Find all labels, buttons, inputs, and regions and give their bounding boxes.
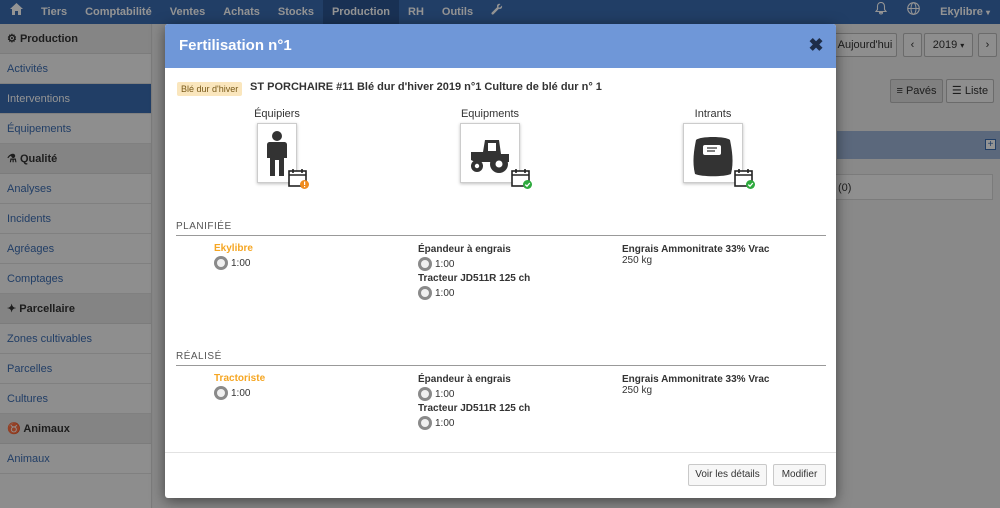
clock-icon	[214, 386, 228, 400]
duration-value: 1:00	[435, 417, 455, 429]
calendar-check-icon	[511, 169, 532, 189]
calendar-warning-icon	[288, 169, 309, 189]
planned-inputs: Engrais Ammonitrate 33% Vrac 250 kg	[622, 243, 769, 266]
tractor-icon	[460, 123, 532, 189]
input-quantity: 250 kg	[622, 255, 653, 266]
category-label: Intrants	[694, 108, 732, 120]
view-details-button[interactable]: Voir les détails	[688, 464, 767, 486]
modal-footer-divider	[165, 452, 836, 453]
input-name[interactable]: Engrais Ammonitrate 33% Vrac	[622, 374, 769, 385]
duration-value: 1:00	[231, 387, 251, 399]
tool-name[interactable]: Épandeur à engrais	[418, 374, 530, 385]
planned-doers: Ekylibre 1:00	[214, 243, 253, 271]
planned-tools: Épandeur à engrais 1:00 Tracteur JD511R …	[418, 243, 530, 301]
calendar-check-icon	[734, 169, 755, 189]
duration: 1:00	[214, 385, 265, 401]
modal-header: Fertilisation n°1 ✖	[165, 24, 836, 68]
category-label: Équipiers	[254, 108, 300, 120]
duration-value: 1:00	[435, 388, 455, 400]
planned-divider	[176, 235, 826, 236]
realised-section-title: RÉALISÉ	[176, 351, 222, 362]
intervention-modal: Fertilisation n°1 ✖ Blé dur d'hiver ST P…	[165, 24, 836, 498]
duration: 1:00	[418, 415, 530, 431]
category-intrants[interactable]: Intrants	[653, 108, 773, 189]
intervention-label: ST PORCHAIRE #11 Blé dur d'hiver 2019 n°…	[250, 81, 602, 93]
crop-badge: Blé dur d'hiver	[177, 82, 243, 96]
realised-inputs: Engrais Ammonitrate 33% Vrac 250 kg	[622, 373, 769, 396]
category-equipments[interactable]: Equipments	[430, 108, 550, 189]
doer-name[interactable]: Ekylibre	[214, 243, 253, 254]
duration: 1:00	[214, 255, 253, 271]
tool-name[interactable]: Tracteur JD511R 125 ch	[418, 403, 530, 414]
clock-icon	[214, 256, 228, 270]
realised-tools: Épandeur à engrais 1:00 Tracteur JD511R …	[418, 373, 530, 431]
clock-icon	[418, 257, 432, 271]
input-name[interactable]: Engrais Ammonitrate 33% Vrac	[622, 244, 769, 255]
category-equipiers[interactable]: Équipiers	[217, 108, 337, 189]
duration: 1:00	[418, 386, 530, 402]
person-icon	[257, 123, 309, 189]
close-icon[interactable]: ✖	[806, 35, 826, 55]
clock-icon	[418, 416, 432, 430]
duration: 1:00	[418, 256, 530, 272]
modal-title: Fertilisation n°1	[179, 37, 292, 54]
realised-divider	[176, 365, 826, 366]
clock-icon	[418, 387, 432, 401]
clock-icon	[418, 286, 432, 300]
category-label: Equipments	[460, 108, 520, 120]
edit-button[interactable]: Modifier	[773, 464, 826, 486]
tool-name[interactable]: Tracteur JD511R 125 ch	[418, 273, 530, 284]
doer-name[interactable]: Tractoriste	[214, 373, 265, 384]
realised-doers: Tractoriste 1:00	[214, 373, 265, 401]
input-quantity: 250 kg	[622, 385, 653, 396]
duration-value: 1:00	[231, 257, 251, 269]
planned-section-title: PLANIFIÉE	[176, 221, 232, 232]
duration-value: 1:00	[435, 258, 455, 270]
duration-value: 1:00	[435, 287, 455, 299]
fertilizer-bag-icon	[683, 123, 755, 189]
tool-name[interactable]: Épandeur à engrais	[418, 244, 530, 255]
duration: 1:00	[418, 285, 530, 301]
